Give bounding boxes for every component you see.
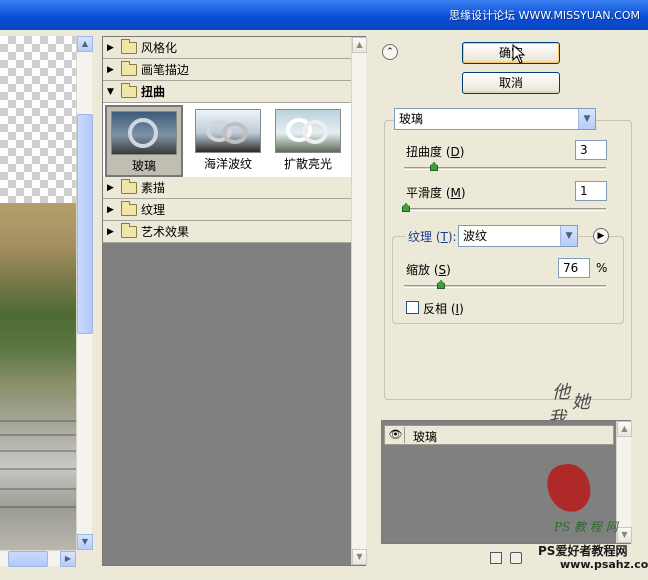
open-folder-icon: [121, 82, 137, 98]
category-artistic[interactable]: ▶ 艺术效果: [103, 221, 351, 243]
scroll-thumb[interactable]: [8, 551, 48, 567]
category-stylize[interactable]: ▶ 风格化: [103, 37, 351, 59]
category-label: 纹理: [141, 203, 166, 217]
category-distort[interactable]: ▼ 扭曲: [103, 81, 351, 103]
scroll-up-icon[interactable]: ▲: [617, 421, 632, 437]
filter-thumb-ocean-ripple[interactable]: 海洋波纹: [189, 105, 267, 177]
expand-triangle-icon[interactable]: ▶: [107, 183, 117, 193]
folder-icon: [121, 60, 137, 76]
thumb-label: 扩散亮光: [283, 157, 332, 171]
distortion-label: 扭曲度 (D): [406, 145, 465, 159]
ocean-ripple-thumbnail-image: [195, 109, 261, 153]
smoothness-label: 平滑度 (M): [406, 186, 466, 200]
title-watermark: 思缘设计论坛 WWW.MISSYUAN.COM: [449, 9, 640, 22]
category-label: 素描: [141, 181, 166, 195]
category-sketch[interactable]: ▶ 素描: [103, 177, 351, 199]
scroll-down-icon[interactable]: ▼: [617, 527, 632, 543]
cancel-button[interactable]: 取消: [462, 72, 560, 94]
dropdown-arrow-icon[interactable]: ▼: [578, 109, 595, 129]
signature-char: 她: [572, 392, 590, 413]
expand-triangle-icon[interactable]: ▶: [107, 227, 117, 237]
distortion-input[interactable]: 3: [575, 140, 607, 160]
category-label: 风格化: [141, 41, 178, 55]
filter-thumb-diffuse-glow[interactable]: 扩散亮光: [269, 105, 347, 177]
scroll-thumb[interactable]: [77, 114, 93, 334]
scroll-right-icon[interactable]: ▶: [60, 551, 76, 567]
smoothness-input[interactable]: 1: [575, 181, 607, 201]
thumb-label: 海洋波纹: [203, 157, 252, 171]
delete-effect-layer-icon[interactable]: [510, 552, 522, 564]
scroll-down-icon[interactable]: ▼: [352, 549, 367, 565]
scroll-down-icon[interactable]: ▼: [77, 534, 93, 550]
scaling-input[interactable]: 76: [558, 258, 590, 278]
scaling-label: 缩放 (S): [406, 263, 451, 277]
glass-thumbnail-image: [111, 111, 177, 155]
invert-checkbox[interactable]: [406, 301, 419, 314]
expand-triangle-icon[interactable]: ▶: [107, 205, 117, 215]
filter-select-value: 玻璃: [399, 112, 424, 126]
expand-triangle-icon[interactable]: ▶: [107, 65, 117, 75]
invert-label: 反相 (I): [423, 302, 464, 316]
site-url-watermark: www.psahz.com: [560, 558, 648, 571]
effect-layer-row[interactable]: 👁 玻璃: [384, 425, 614, 445]
texture-menu-icon[interactable]: ▶: [593, 228, 609, 244]
scroll-up-icon[interactable]: ▲: [77, 36, 93, 52]
filter-select[interactable]: 玻璃 ▼: [394, 108, 596, 130]
layer-label: 玻璃: [413, 430, 438, 444]
scaling-slider[interactable]: [404, 285, 606, 288]
scroll-up-icon[interactable]: ▲: [352, 37, 367, 53]
mouse-cursor-icon: [512, 44, 526, 64]
texture-select[interactable]: 波纹 ▼: [458, 225, 578, 247]
site-name-watermark: PS爱好者教程网: [538, 544, 628, 558]
category-texture[interactable]: ▶ 纹理: [103, 199, 351, 221]
folder-icon: [121, 38, 137, 54]
folder-icon: [121, 222, 137, 238]
collapse-gallery-icon[interactable]: ⌃: [382, 44, 398, 60]
preview-vertical-scrollbar[interactable]: ▲ ▼: [76, 36, 93, 550]
filter-list-scrollbar[interactable]: ▲ ▼: [351, 37, 367, 565]
category-brush-strokes[interactable]: ▶ 画笔描边: [103, 59, 351, 81]
filter-gallery-list: ▶ 风格化 ▶ 画笔描边 ▼ 扭曲 玻璃 海洋波纹 扩散亮光 ▶ 素描 ▶ 纹理…: [102, 36, 367, 566]
category-label: 画笔描边: [141, 63, 190, 77]
signature-char: 他: [552, 382, 570, 403]
title-bar: 思缘设计论坛 WWW.MISSYUAN.COM: [0, 0, 648, 30]
thumb-label: 玻璃: [131, 159, 156, 173]
diffuse-glow-thumbnail-image: [275, 109, 341, 153]
eye-icon[interactable]: 👁: [387, 427, 405, 443]
category-label: 扭曲: [141, 85, 166, 99]
layers-scrollbar[interactable]: ▲ ▼: [616, 421, 632, 543]
collapse-triangle-icon[interactable]: ▼: [107, 87, 117, 97]
scaling-unit: %: [596, 261, 608, 275]
new-effect-layer-icon[interactable]: [490, 552, 502, 564]
smoothness-slider[interactable]: [404, 208, 606, 211]
preview-horizontal-scrollbar[interactable]: ▶: [0, 550, 76, 567]
filter-thumb-glass[interactable]: 玻璃: [105, 105, 183, 177]
ok-button[interactable]: 确定: [462, 42, 560, 64]
category-label: 艺术效果: [141, 225, 190, 239]
folder-icon: [121, 200, 137, 216]
dropdown-arrow-icon[interactable]: ▼: [560, 226, 577, 246]
ps-net-watermark: PS 教 程 网: [554, 520, 618, 534]
expand-triangle-icon[interactable]: ▶: [107, 43, 117, 53]
texture-select-value: 波纹: [463, 229, 488, 243]
folder-icon: [121, 178, 137, 194]
texture-label: 纹理 (T):: [406, 228, 459, 245]
